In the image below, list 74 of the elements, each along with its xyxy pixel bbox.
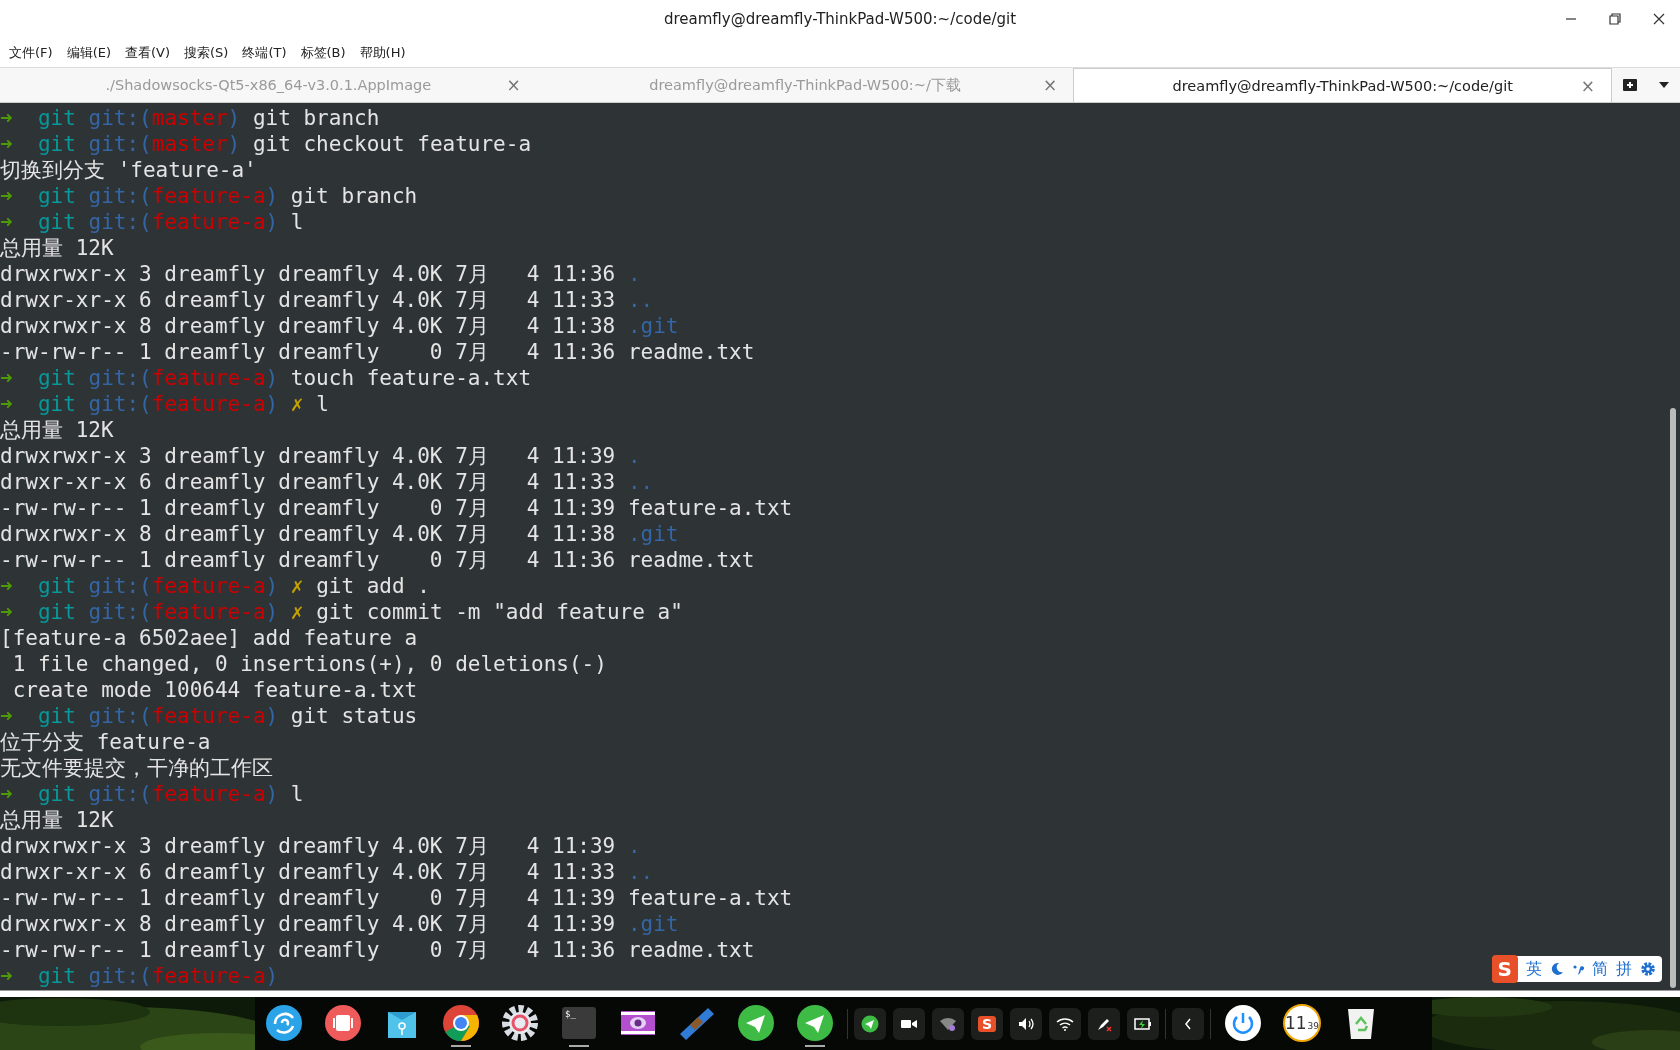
menu-item[interactable]: 帮助(H) [359, 43, 406, 62]
terminal-line: drwxrwxr-x 3 dreamfly dreamfly 4.0K 7月 4 11:39 . [0, 833, 641, 859]
language-toggle[interactable]: 英 [1526, 958, 1542, 980]
terminal-line: 总用量 12K [0, 417, 114, 443]
terminal-line: ➜ git git:(feature-a) ✗ git commit -m "add feature a" [0, 599, 683, 625]
terminal-line: drwxr-xr-x 6 dreamfly dreamfly 4.0K 7月 4 11:33 .. [0, 469, 654, 495]
dropdown-icon[interactable] [1658, 81, 1670, 89]
terminal-line: drwxrwxr-x 3 dreamfly dreamfly 4.0K 7月 4 11:36 . [0, 261, 641, 287]
paper-plane-icon[interactable] [861, 1014, 879, 1033]
input-method-icon[interactable]: S [977, 1015, 997, 1032]
network-icon[interactable] [939, 1016, 957, 1031]
clock-widget[interactable]: 11 39 [1283, 1004, 1321, 1042]
terminal-line: drwxr-xr-x 6 dreamfly dreamfly 4.0K 7月 4 11:33 .. [0, 287, 654, 313]
terminal-line: -rw-rw-r-- 1 dreamfly dreamfly 0 7月 4 11:39 feature-a.txt [0, 495, 793, 521]
input-method-logo[interactable]: S [1491, 955, 1518, 983]
terminal-line: -rw-rw-r-- 1 dreamfly dreamfly 0 7月 4 11:36 readme.txt [0, 547, 755, 573]
input-mode-toggle[interactable]: 拼 [1616, 958, 1632, 980]
terminal-line: ➜ git git:(feature-a) ✗ git add . [0, 573, 430, 599]
terminal-icon[interactable]: $_ [562, 1007, 596, 1039]
terminal-line: ➜ git git:(feature-a) l [0, 209, 304, 235]
menu-item[interactable]: 编辑(E) [66, 43, 111, 62]
power-icon[interactable] [1224, 1004, 1262, 1042]
terminal-line: ➜ git git:(master) git checkout feature-a [0, 131, 532, 157]
menu-item[interactable]: 终端(T) [242, 43, 287, 62]
terminal-line: 总用量 12K [0, 807, 114, 833]
terminal-line: 无文件要提交，干净的工作区 [0, 755, 273, 781]
battery-icon[interactable] [1134, 1017, 1152, 1030]
tab-close-button[interactable]: × [506, 75, 521, 95]
settings-icon[interactable] [1640, 961, 1656, 977]
window-title: dreamfly@dreamfly-ThinkPad-W500:~/code/git [663, 10, 1017, 28]
new-tab-icon[interactable] [1622, 78, 1638, 92]
script-toggle[interactable]: 简 [1592, 958, 1608, 980]
terminal-line: drwxrwxr-x 3 dreamfly dreamfly 4.0K 7月 4 11:39 . [0, 443, 641, 469]
terminal-line: 位于分支 feature-a [0, 729, 211, 755]
terminal-line: 总用量 12K [0, 235, 114, 261]
menu-item[interactable]: 搜索(S) [184, 43, 229, 62]
running-indicator [805, 1045, 825, 1047]
menu-item[interactable]: 标签(B) [300, 43, 346, 62]
running-indicator [451, 1045, 471, 1047]
volume-icon[interactable] [1018, 1016, 1034, 1031]
menu-item[interactable]: 查看(V) [125, 43, 171, 62]
scrollbar-thumb[interactable] [1670, 408, 1676, 988]
terminal-line: [feature-a 6502aee] add feature a [0, 625, 418, 651]
running-indicator [569, 1045, 589, 1047]
tab-close-button[interactable]: × [1043, 75, 1058, 95]
terminal-line: ➜ git git:(master) git branch [0, 105, 380, 131]
moon-icon[interactable] [1550, 962, 1564, 976]
dock-item[interactable]: $_ [560, 1000, 598, 1047]
terminal-line: ➜ git git:(feature-a) touch feature-a.txt [0, 365, 532, 391]
terminal-line: 1 file changed, 0 insertions(+), 0 deletions(-) [11, 651, 607, 677]
menu-item[interactable]: 文件(F) [9, 43, 53, 62]
camera-icon[interactable] [901, 1017, 917, 1030]
terminal-line: ➜ git git:(feature-a) ✗ l [0, 391, 329, 417]
terminal-line: ➜ git git:(feature-a) git branch [0, 183, 418, 209]
terminal-line: -rw-rw-r-- 1 dreamfly dreamfly 0 7月 4 11:36 readme.txt [0, 339, 755, 365]
wifi-icon[interactable] [1056, 1016, 1074, 1031]
terminal-line: -rw-rw-r-- 1 dreamfly dreamfly 0 7月 4 11:39 feature-a.txt [0, 885, 793, 911]
terminal-line: drwxr-xr-x 6 dreamfly dreamfly 4.0K 7月 4 11:33 .. [0, 859, 654, 885]
terminal-line: drwxrwxr-x 8 dreamfly dreamfly 4.0K 7月 4 11:39 .git [0, 911, 679, 937]
terminal-line: drwxrwxr-x 8 dreamfly dreamfly 4.0K 7月 4 11:38 .git [0, 521, 679, 547]
terminal-line: -rw-rw-r-- 1 dreamfly dreamfly 0 7月 4 11:36 readme.txt [0, 937, 755, 963]
terminal-line: ➜ git git:(feature-a) git status [0, 703, 418, 729]
terminal-line: ➜ git git:(feature-a) l [0, 781, 304, 807]
chevron-icon[interactable] [1184, 1017, 1192, 1030]
terminal-tab[interactable]: dreamfly@dreamfly-ThinkPad-W500:~/下载 × [536, 68, 1074, 102]
restore-icon[interactable] [1608, 12, 1622, 26]
close-icon[interactable] [1652, 12, 1666, 26]
terminal-line: 切换到分支 'feature-a' [0, 157, 257, 183]
terminal-tab[interactable]: ./Shadowsocks-Qt5-x86_64-v3.0.1.AppImage × [0, 68, 537, 102]
tab-close-button[interactable]: × [1580, 75, 1595, 96]
terminal-line: create mode 100644 feature-a.txt [11, 677, 418, 703]
terminal-line: drwxrwxr-x 8 dreamfly dreamfly 4.0K 7月 4 11:38 .git [0, 313, 679, 339]
terminal-tab[interactable]: dreamfly@dreamfly-ThinkPad-W500:~/code/git × [1073, 68, 1612, 102]
terminal-line: ➜ git git:(feature-a) [0, 963, 279, 989]
